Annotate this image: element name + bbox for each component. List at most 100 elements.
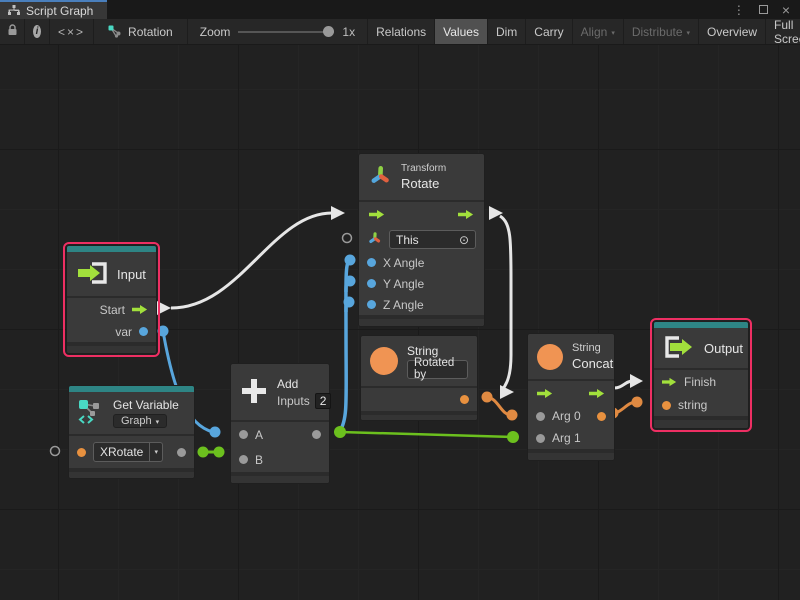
node-header: Output [654,328,748,368]
node-input[interactable]: Input Start var [66,245,157,354]
node-title: String [407,344,468,358]
inputs-count-field[interactable]: 2 [315,393,332,409]
flow-out-port[interactable] [589,388,605,399]
graph-breadcrumb[interactable]: Rotation [94,19,188,44]
node-rotate[interactable]: Transform Rotate This ⊙ X Angle [358,153,485,327]
value-in-port[interactable] [536,412,545,421]
flow-in-port[interactable] [537,388,553,399]
port-row-z-angle: Z Angle [359,294,484,315]
this-object-field[interactable]: This ⊙ [389,230,476,249]
value-out-port[interactable] [177,448,186,457]
lock-icon [7,24,18,39]
node-title: Get Variable [113,398,179,412]
values-button[interactable]: Values [435,19,488,44]
object-picker-icon[interactable]: ⊙ [459,233,469,247]
value-in-port[interactable] [239,430,248,439]
lock-button[interactable] [0,19,25,44]
flow-row [359,202,484,227]
flow-out-port[interactable] [132,304,148,315]
port-row-a: A [231,422,329,447]
zoom-slider-handle[interactable] [323,26,334,37]
flow-in-port[interactable] [662,377,677,387]
node-footer [69,470,194,478]
inspect-button[interactable]: i [25,19,50,44]
variable-name-field[interactable]: XRotate [93,442,150,462]
value-in-port[interactable] [367,258,376,267]
value-in-port[interactable] [367,300,376,309]
port-row-this: This ⊙ [359,227,484,252]
value-in-port[interactable] [77,448,86,457]
node-title: Output [704,341,743,356]
port-row-var: var [67,321,156,342]
node-title: Input [117,267,146,282]
zoom-value: 1x [342,25,355,39]
graph-hierarchy-icon [8,5,20,16]
flow-row [528,381,614,405]
tab-title: Script Graph [26,4,93,18]
string-value-field[interactable]: Rotated by [407,360,468,379]
input-bracket-icon [76,261,108,288]
zoom-slider[interactable] [238,31,334,33]
graph-toolbar: i <×> Rotation Zoom 1x Relations Values … [0,19,800,45]
string-type-icon [370,347,398,375]
dim-button[interactable]: Dim [488,19,526,44]
port-row-b: B [231,447,329,472]
node-header: Add Inputs 2 [231,364,329,420]
port-row-finish: Finish [654,370,748,394]
string-type-icon [537,344,563,370]
script-graph-window: Script Graph ⋮ × i <×> Rotation Zoom [0,0,800,600]
flow-out-port[interactable] [458,209,474,220]
flow-in-port[interactable] [369,209,385,220]
value-out-port[interactable] [597,412,606,421]
graph-name: Rotation [128,25,173,39]
node-header: Get Variable Graph ▾ [69,392,194,434]
align-dropdown[interactable]: Align ▾ [573,19,624,44]
close-button[interactable]: × [782,2,790,18]
port-row-string: string [654,394,748,416]
value-in-port[interactable] [239,455,248,464]
node-footer [67,344,156,353]
code-icon: <×> [58,25,85,39]
transform-icon [368,164,392,191]
transform-mini-icon [367,231,382,249]
value-in-port[interactable] [662,401,671,410]
info-icon: i [33,25,41,38]
code-view-toggle[interactable]: <×> [50,19,94,44]
port-row-out [361,388,477,411]
port-row-y-angle: Y Angle [359,273,484,294]
node-header: Transform Rotate [359,154,484,200]
tab-script-graph[interactable]: Script Graph [0,0,107,19]
carry-button[interactable]: Carry [526,19,572,44]
tab-bar: Script Graph ⋮ × [0,0,800,19]
variable-name-caret[interactable]: ▾ [150,442,163,462]
overview-button[interactable]: Overview [699,19,766,44]
window-controls: ⋮ × [733,0,800,19]
value-out-port[interactable] [139,327,148,336]
node-output[interactable]: Output Finish string [653,321,749,429]
node-get-variable[interactable]: Get Variable Graph ▾ XRotate ▾ [68,385,195,479]
distribute-dropdown[interactable]: Distribute ▾ [624,19,699,44]
node-title: Concat [572,356,613,371]
node-string-literal[interactable]: String Rotated by [360,335,478,421]
node-concat[interactable]: String Concat Arg 0 Arg 1 [527,333,615,461]
node-add[interactable]: Add Inputs 2 A B [230,363,330,484]
zoom-control: Zoom 1x [188,19,368,44]
plus-icon [240,377,268,408]
node-footer [359,317,484,326]
value-out-port[interactable] [460,395,469,404]
more-menu-button[interactable]: ⋮ [733,3,745,17]
value-in-port[interactable] [367,279,376,288]
graph-asset-icon [108,25,128,38]
node-footer [528,451,614,460]
variable-scope-dropdown[interactable]: Graph ▾ [113,414,167,428]
port-row-arg0: Arg 0 [528,405,614,427]
zoom-label: Zoom [200,25,231,39]
relations-button[interactable]: Relations [368,19,435,44]
value-out-port[interactable] [312,430,321,439]
node-group: String [572,342,613,354]
value-in-port[interactable] [536,434,545,443]
variable-icon [78,399,104,428]
maximize-button[interactable] [759,5,768,14]
inputs-label: Inputs [277,394,310,408]
full-screen-button[interactable]: Full Screen [766,19,800,44]
